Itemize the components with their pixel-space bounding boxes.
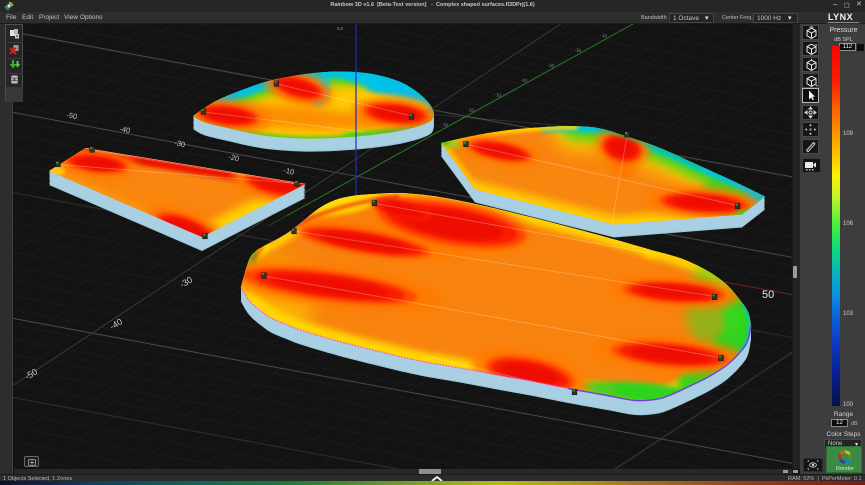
svg-text:-10: -10 bbox=[441, 122, 449, 128]
svg-text:0,2: 0,2 bbox=[337, 26, 344, 31]
svg-text:-10: -10 bbox=[520, 77, 528, 83]
svg-text:-10: -10 bbox=[547, 62, 555, 68]
svg-text:-10: -10 bbox=[494, 92, 502, 98]
svg-text:-10: -10 bbox=[467, 107, 475, 113]
svg-text:-10: -10 bbox=[574, 47, 582, 53]
svg-text:-10: -10 bbox=[600, 33, 608, 39]
svg-text:50: 50 bbox=[762, 289, 774, 301]
